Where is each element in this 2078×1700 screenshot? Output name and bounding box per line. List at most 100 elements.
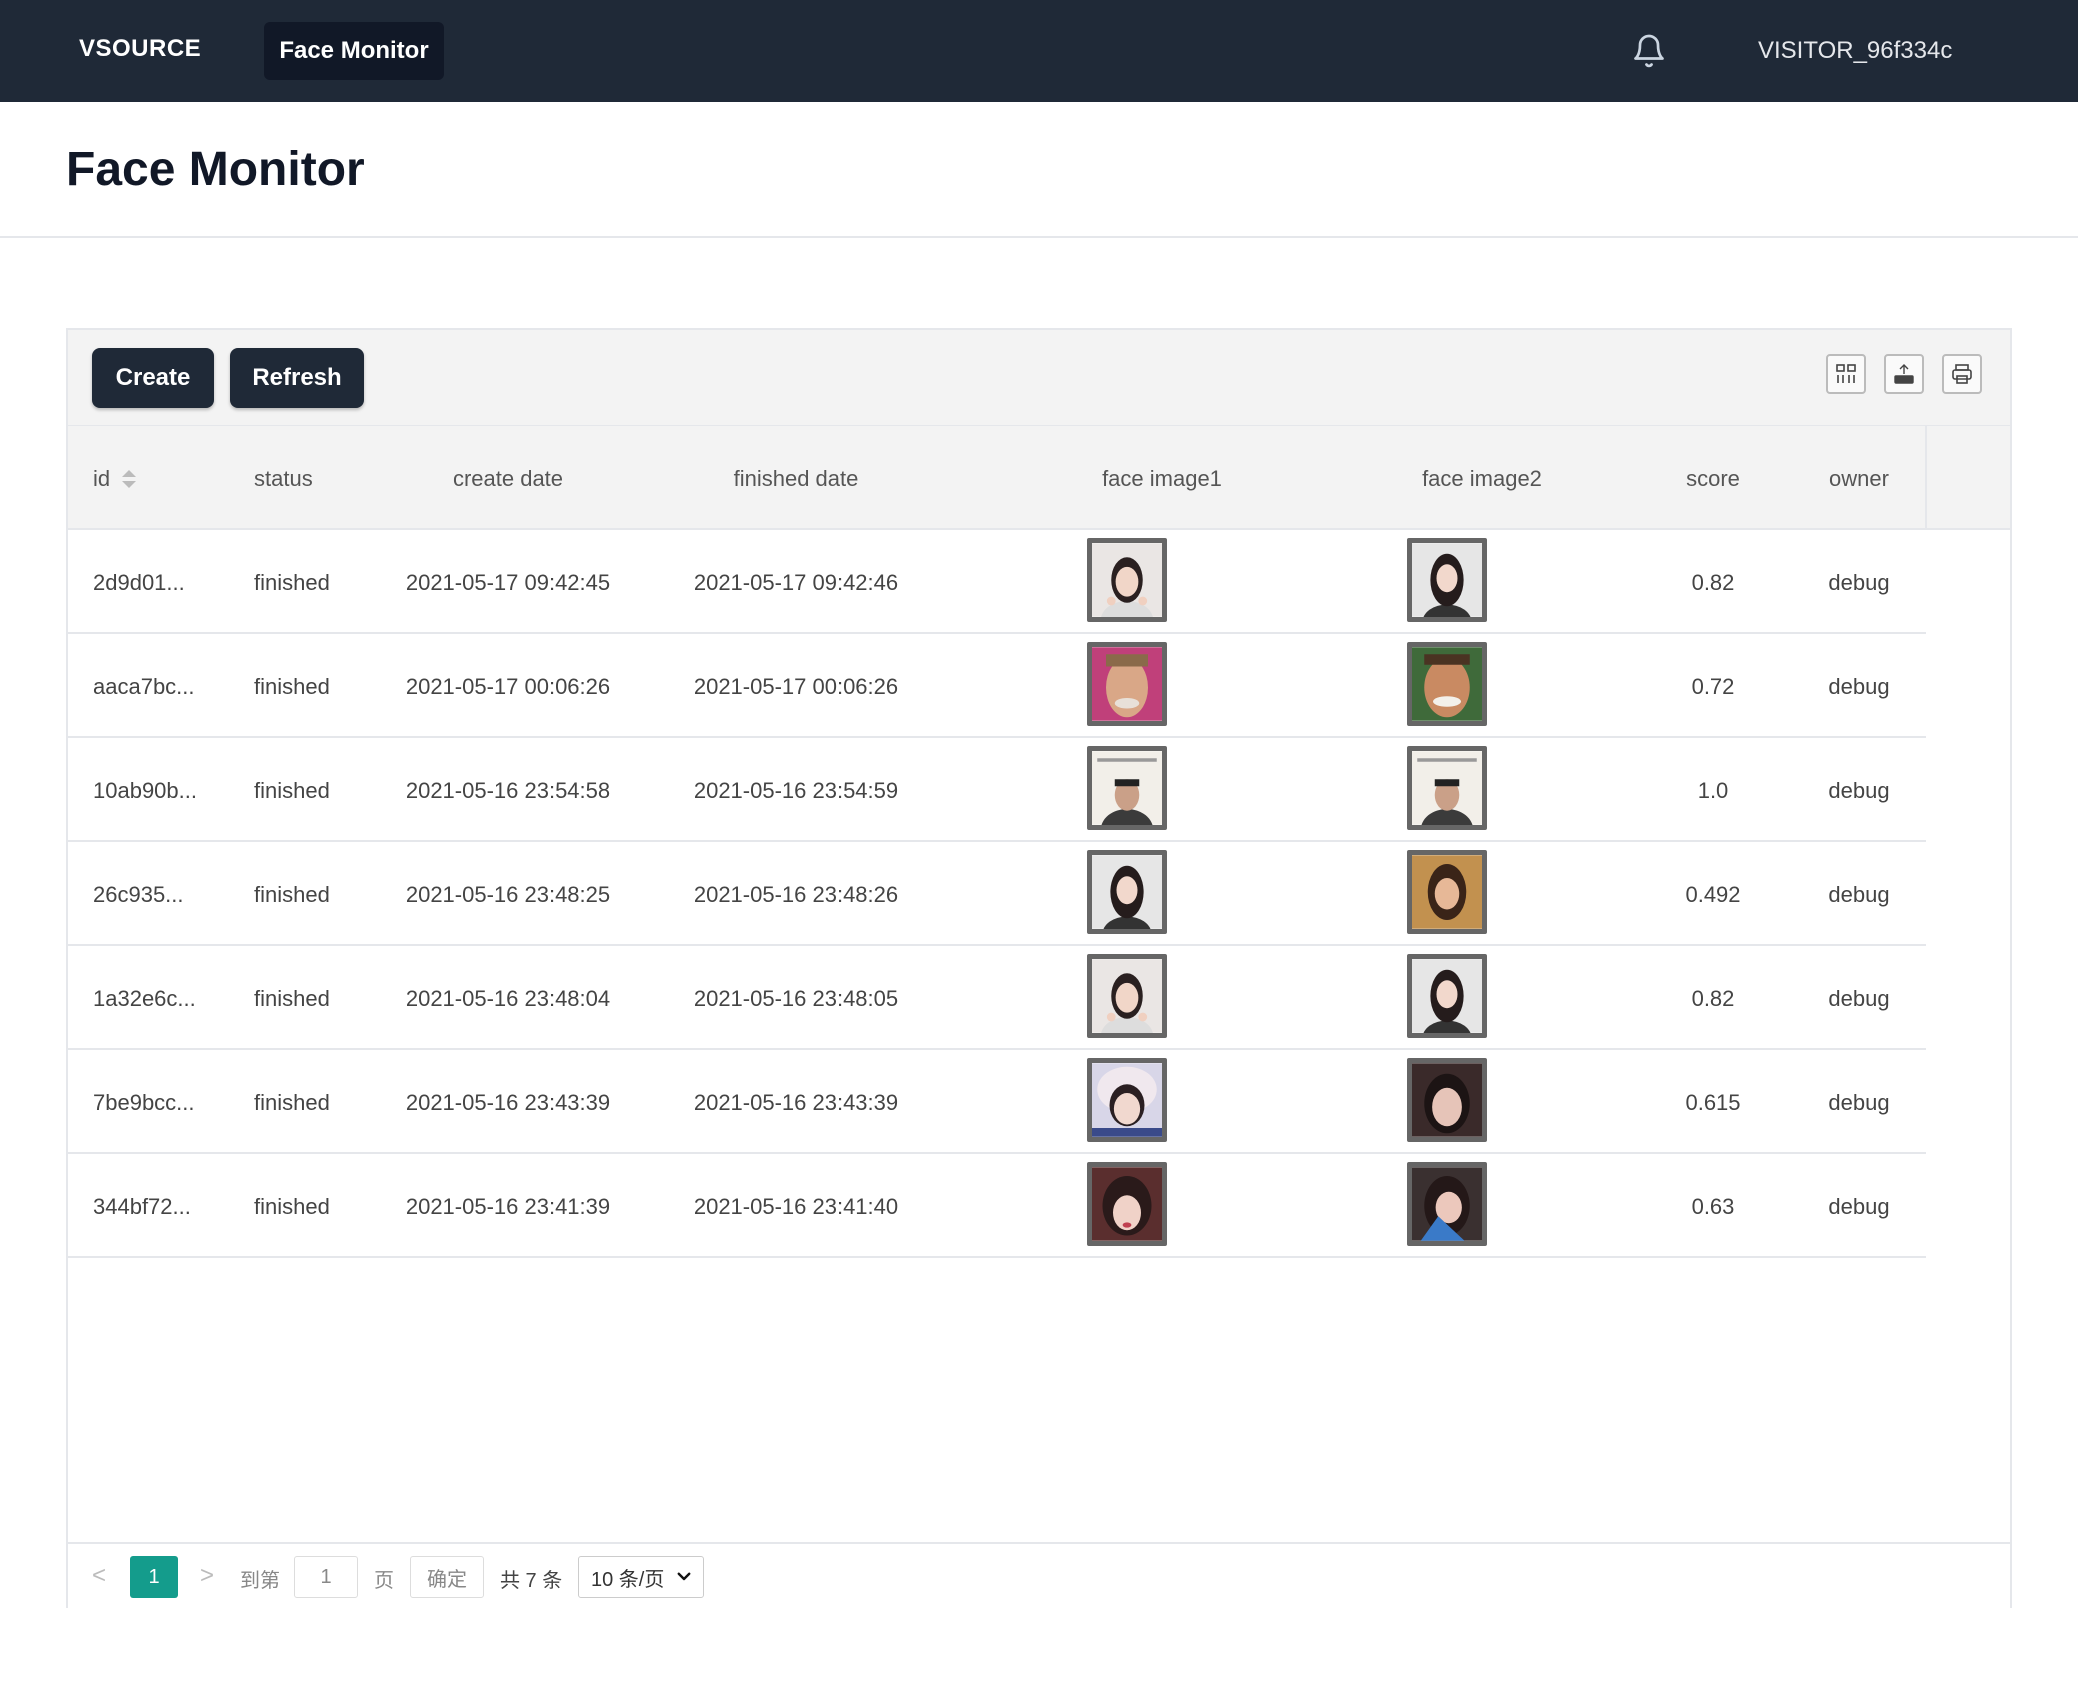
cell-status: finished [254, 778, 330, 803]
face-image1-thumbnail[interactable] [1087, 954, 1167, 1038]
cell-create-date: 2021-05-16 23:48:04 [405, 986, 611, 1011]
face-image2-thumbnail[interactable] [1407, 850, 1487, 934]
col-header-face-image2: face image2 [1422, 466, 1542, 491]
col-header-status: status [254, 466, 313, 491]
user-menu[interactable]: VISITOR_96f334c [1758, 37, 1952, 65]
cell-score: 0.615 [1685, 1090, 1741, 1115]
col-header-face-image1: face image1 [1102, 466, 1222, 491]
table-row[interactable]: 7be9bcc... finished 2021-05-16 23:43:39 … [68, 1050, 1926, 1154]
face-image2-thumbnail[interactable] [1407, 642, 1487, 726]
bell-icon[interactable] [1631, 33, 1667, 69]
face-image2-thumbnail[interactable] [1407, 538, 1487, 622]
table-header: id status create date finished date face… [68, 426, 2010, 530]
cell-status: finished [254, 570, 330, 595]
cell-create-date: 2021-05-16 23:48:25 [405, 882, 611, 907]
cell-finished-date: 2021-05-16 23:54:59 [693, 778, 899, 803]
cell-finished-date: 2021-05-17 09:42:46 [693, 570, 899, 595]
top-nav: VSOURCE Face Monitor VISITOR_96f334c [0, 0, 2078, 102]
header-divider [1925, 426, 1927, 530]
table-row[interactable]: aaca7bc... finished 2021-05-17 00:06:26 … [68, 634, 1926, 738]
face-image2-thumbnail[interactable] [1407, 954, 1487, 1038]
cell-id: 10ab90b... [93, 778, 197, 803]
page-header: Face Monitor [0, 102, 2078, 238]
col-header-score: score [1686, 466, 1740, 491]
page-size-value: 10 条/页 [591, 1568, 665, 1591]
prev-page-icon[interactable]: < [92, 1562, 106, 1590]
cell-owner: debug [1828, 570, 1890, 595]
cell-score: 0.63 [1691, 1194, 1735, 1219]
columns-icon[interactable] [1826, 354, 1866, 394]
chevron-down-icon [677, 1572, 691, 1581]
cell-owner: debug [1828, 778, 1890, 803]
table-row[interactable]: 2d9d01... finished 2021-05-17 09:42:45 2… [68, 530, 1926, 634]
page-label: 页 [374, 1570, 394, 1592]
cell-status: finished [254, 986, 330, 1011]
cell-finished-date: 2021-05-16 23:48:05 [693, 986, 899, 1011]
cell-owner: debug [1828, 674, 1890, 699]
print-icon[interactable] [1942, 354, 1982, 394]
table-toolbar: Create Refresh [68, 330, 2010, 426]
next-page-icon[interactable]: > [200, 1562, 214, 1590]
col-header-finished-date: finished date [733, 466, 859, 491]
cell-create-date: 2021-05-16 23:43:39 [405, 1090, 611, 1115]
cell-create-date: 2021-05-16 23:54:58 [405, 778, 611, 803]
face-image1-thumbnail[interactable] [1087, 746, 1167, 830]
export-icon[interactable] [1884, 354, 1924, 394]
cell-create-date: 2021-05-16 23:41:39 [405, 1194, 611, 1219]
face-image2-thumbnail[interactable] [1407, 746, 1487, 830]
face-image1-thumbnail[interactable] [1087, 1058, 1167, 1142]
cell-status: finished [254, 1090, 330, 1115]
cell-owner: debug [1828, 882, 1890, 907]
goto-confirm-button[interactable]: 确定 [410, 1556, 484, 1598]
create-button[interactable]: Create [92, 348, 214, 408]
cell-id: 7be9bcc... [93, 1090, 195, 1115]
table-row[interactable]: 10ab90b... finished 2021-05-16 23:54:58 … [68, 738, 1926, 842]
table-row[interactable]: 344bf72... finished 2021-05-16 23:41:39 … [68, 1154, 1926, 1258]
pagination: < 1 > 到第 1 页 确定 共 7 条 10 条/页 [68, 1542, 2010, 1608]
cell-owner: debug [1828, 1194, 1890, 1219]
face-image1-thumbnail[interactable] [1087, 850, 1167, 934]
cell-finished-date: 2021-05-17 00:06:26 [693, 674, 899, 699]
page-size-select[interactable]: 10 条/页 [578, 1556, 704, 1598]
face-image2-thumbnail[interactable] [1407, 1162, 1487, 1246]
sort-icon[interactable] [122, 470, 137, 490]
cell-id: 26c935... [93, 882, 184, 907]
goto-label: 到第 [240, 1570, 280, 1592]
cell-finished-date: 2021-05-16 23:43:39 [693, 1090, 899, 1115]
face-image2-thumbnail[interactable] [1407, 1058, 1487, 1142]
cell-create-date: 2021-05-17 09:42:45 [405, 570, 611, 595]
goto-page-input[interactable]: 1 [294, 1556, 358, 1598]
brand-logo[interactable]: VSOURCE [79, 35, 201, 63]
refresh-button[interactable]: Refresh [230, 348, 364, 408]
face-image1-thumbnail[interactable] [1087, 642, 1167, 726]
face-image1-thumbnail[interactable] [1087, 538, 1167, 622]
cell-score: 0.72 [1691, 674, 1735, 699]
cell-id: aaca7bc... [93, 674, 195, 699]
cell-id: 1a32e6c... [93, 986, 196, 1011]
col-header-id[interactable]: id [93, 466, 137, 492]
nav-tab-face-monitor[interactable]: Face Monitor [264, 22, 444, 80]
col-header-create-date: create date [452, 466, 564, 491]
cell-owner: debug [1828, 986, 1890, 1011]
cell-score: 0.492 [1685, 882, 1741, 907]
face-image1-thumbnail[interactable] [1087, 1162, 1167, 1246]
cell-status: finished [254, 1194, 330, 1219]
table-row[interactable]: 26c935... finished 2021-05-16 23:48:25 2… [68, 842, 1926, 946]
cell-finished-date: 2021-05-16 23:41:40 [693, 1194, 899, 1219]
total-count: 共 7 条 [500, 1570, 563, 1592]
cell-finished-date: 2021-05-16 23:48:26 [693, 882, 899, 907]
cell-status: finished [254, 674, 330, 699]
cell-score: 1.0 [1697, 778, 1729, 803]
table-panel: Create Refresh id status create date fin… [66, 328, 2012, 1608]
cell-score: 0.82 [1691, 986, 1735, 1011]
cell-id: 2d9d01... [93, 570, 185, 595]
cell-owner: debug [1828, 1090, 1890, 1115]
cell-status: finished [254, 882, 330, 907]
cell-create-date: 2021-05-17 00:06:26 [405, 674, 611, 699]
page-number-current[interactable]: 1 [130, 1556, 178, 1598]
col-header-owner: owner [1829, 466, 1889, 491]
cell-id: 344bf72... [93, 1194, 191, 1219]
cell-score: 0.82 [1691, 570, 1735, 595]
table-row[interactable]: 1a32e6c... finished 2021-05-16 23:48:04 … [68, 946, 1926, 1050]
page-title: Face Monitor [66, 143, 365, 196]
